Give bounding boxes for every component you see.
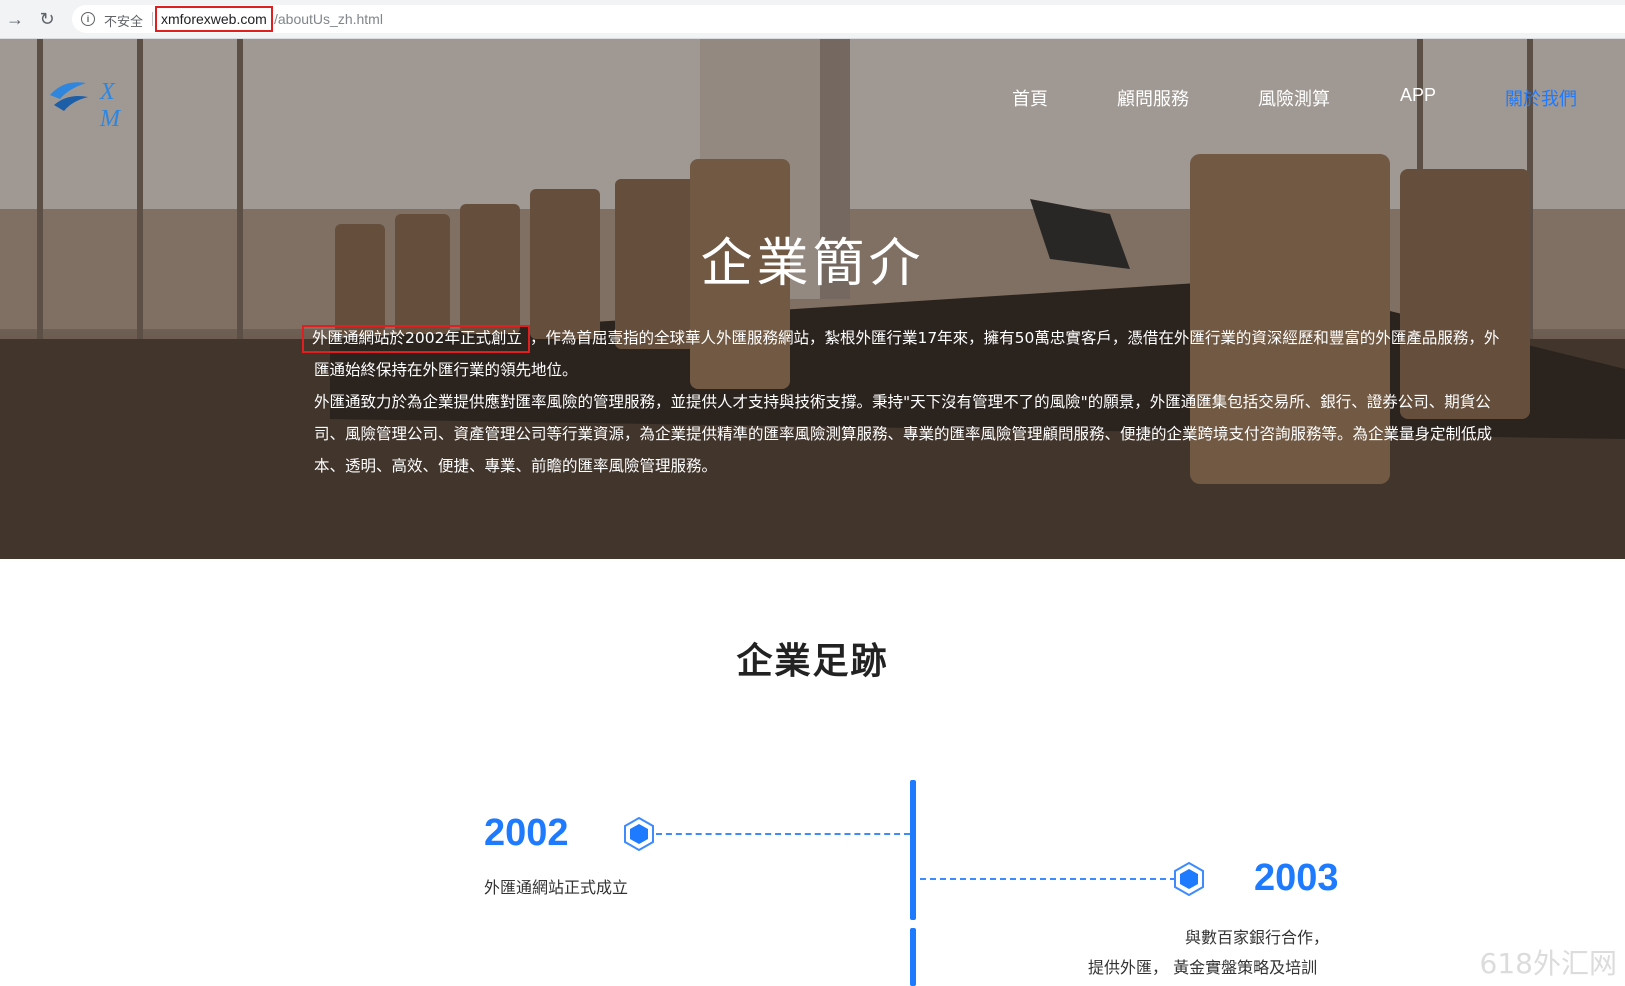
- timeline-marker-hexagon-icon: [1172, 861, 1206, 897]
- timeline-line-lower: [910, 928, 916, 986]
- nav-item-about[interactable]: 關於我們: [1505, 85, 1577, 111]
- timeline-year-2003: 2003: [1254, 857, 1339, 899]
- founding-highlight: 外匯通網站於2002年正式創立: [302, 325, 530, 353]
- nav-item-home[interactable]: 首頁: [1012, 85, 1048, 111]
- timeline-desc-2002: 外匯通網站正式成立: [484, 878, 629, 897]
- reload-icon[interactable]: ↻: [36, 8, 58, 30]
- url-path[interactable]: /aboutUs_zh.html: [274, 11, 383, 27]
- timeline-connector: [656, 833, 910, 835]
- nav-item-risk[interactable]: 風險測算: [1258, 85, 1330, 111]
- intro-paragraph-2: 外匯通致力於為企業提供應對匯率風險的管理服務，並提供人才支持與技術支撐。秉持"天…: [314, 393, 1493, 475]
- watermark: 618外汇网: [1479, 947, 1617, 980]
- security-label: 不安全: [104, 14, 144, 29]
- address-divider: [152, 12, 153, 26]
- timeline-connector: [920, 878, 1176, 880]
- company-intro: 外匯通網站於2002年正式創立 ，作為首屈壹指的全球華人外匯服務網站，紮根外匯行業…: [302, 322, 1514, 482]
- nav-item-consulting[interactable]: 顧問服務: [1117, 85, 1189, 111]
- timeline-marker-hexagon-icon: [622, 816, 656, 852]
- timeline-year-2002: 2002: [484, 812, 569, 854]
- hero-banner: X M 首頁 顧問服務 風險測算 APP 關於我們 企業簡介 外匯通網站於200…: [0, 39, 1625, 559]
- intro-paragraph-1: 外匯通網站於2002年正式創立 ，作為首屈壹指的全球華人外匯服務網站，紮根外匯行業…: [302, 322, 1514, 386]
- url-domain-highlight[interactable]: xmforexweb.com: [155, 6, 273, 32]
- footprint-title: 企業足跡: [736, 641, 889, 682]
- nav-item-app[interactable]: APP: [1400, 85, 1436, 106]
- timeline-desc-2003-line2: 提供外匯， 黃金實盤策略及培訓: [1088, 958, 1318, 977]
- address-bar[interactable]: i 不安全 xmforexweb.com /aboutUs_zh.html: [72, 5, 1625, 33]
- hero-title: 企業簡介: [700, 234, 925, 294]
- xm-logo-icon: [50, 82, 88, 111]
- browser-toolbar: → ↻ i 不安全 xmforexweb.com /aboutUs_zh.htm…: [0, 0, 1625, 39]
- logo-text: X M: [100, 79, 126, 132]
- info-icon[interactable]: i: [81, 12, 95, 26]
- forward-arrow-icon[interactable]: →: [4, 8, 26, 30]
- timeline-desc-2003-line1: 與數百家銀行合作，: [1185, 928, 1330, 947]
- timeline-line-upper: [910, 780, 916, 920]
- xm-logo[interactable]: X M: [46, 77, 156, 132]
